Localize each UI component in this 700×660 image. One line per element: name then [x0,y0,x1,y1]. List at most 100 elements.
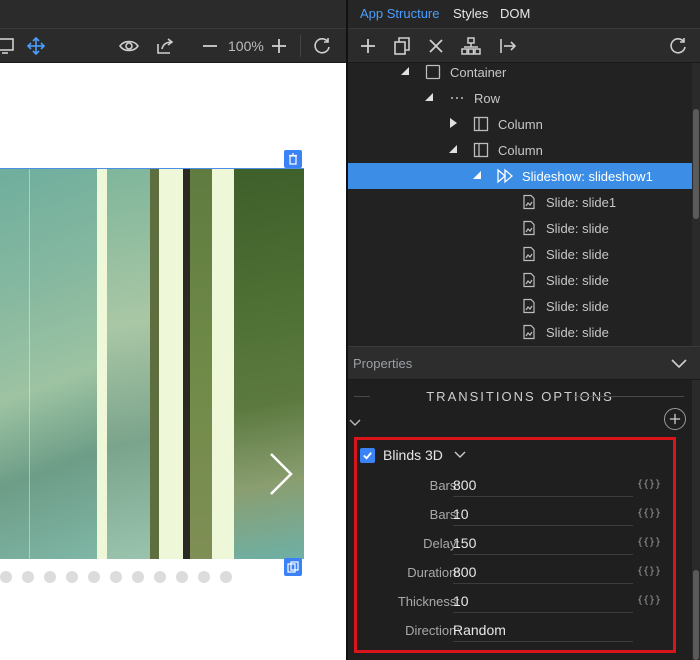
dynamic-binding-icon[interactable]: {{}} [637,595,661,606]
property-row: Duration: 800{{}} [360,560,670,589]
tree-node[interactable]: Slide: slide [348,319,692,345]
zoom-out-icon[interactable] [199,35,221,57]
properties-header[interactable]: Properties [348,346,700,380]
tree-node[interactable]: Container [348,63,692,85]
slideshow-preview[interactable] [0,168,304,559]
tree-node[interactable]: Column [348,137,692,163]
tree-node[interactable]: Column [348,111,692,137]
scrollbar-thumb[interactable] [693,570,699,660]
pagination-dot[interactable] [44,571,56,583]
dynamic-binding-icon[interactable]: {{}} [637,566,661,577]
tree-node-label: Slide: slide1 [546,194,617,210]
move-to-icon[interactable] [497,35,519,57]
chevron-down-icon[interactable] [453,448,467,462]
pagination-dot[interactable] [132,571,144,583]
transition-row: Blinds 3D [360,445,467,465]
pagination-dot[interactable] [88,571,100,583]
slide-icon [520,323,538,341]
property-value-input[interactable]: 10 [453,504,633,526]
column-icon [472,141,490,159]
transition-checkbox[interactable] [360,447,375,463]
tab-styles[interactable]: Styles [453,6,488,21]
collapsed-triangle-icon[interactable] [448,118,458,128]
pagination-dot[interactable] [176,571,188,583]
tree-node[interactable]: Slide: slide [348,215,692,241]
expanded-triangle-icon[interactable] [448,144,458,154]
property-value-input[interactable]: 800 [453,562,633,584]
pagination-dot[interactable] [220,571,232,583]
tree-node-label: Slide: slide [546,298,609,314]
tree-node-label: Slide: slide [546,220,609,236]
canvas-top-bar [0,0,346,29]
preview-eye-icon[interactable] [118,35,140,57]
add-icon[interactable] [357,35,379,57]
slide-image-panel [190,169,212,559]
properties-title: Properties [353,356,413,371]
expanded-triangle-icon[interactable] [472,170,482,180]
blind-gap [159,169,183,559]
pagination-dot[interactable] [66,571,78,583]
pagination-dot[interactable] [198,571,210,583]
chevron-down-icon[interactable] [348,416,362,430]
copy-icon[interactable] [391,35,413,57]
property-row: Bars: 800{{}} [360,473,670,502]
pagination-dot[interactable] [110,571,122,583]
dynamic-binding-icon[interactable]: {{}} [637,479,661,490]
design-canvas-area: 100% [0,0,346,660]
tree-node[interactable]: Slide: slide1 [348,189,692,215]
refresh-icon[interactable] [311,35,333,57]
blind-gap [97,169,107,559]
tree-node[interactable]: Slideshow: slideshow1 [348,163,692,189]
blind-side [183,169,190,559]
next-arrow-icon[interactable] [267,451,295,497]
property-row: Thickness: 10 {{}} [360,589,670,618]
dynamic-binding-icon[interactable]: {{}} [637,508,661,519]
tab-dom[interactable]: DOM [500,6,530,21]
scrollbar-thumb[interactable] [693,109,699,219]
slide-image-panel [0,169,97,559]
hierarchy-icon[interactable] [460,35,482,57]
slide-image-panel [107,169,150,559]
transition-label: Blinds 3D [383,447,443,463]
dynamic-binding-icon[interactable]: {{}} [637,537,661,548]
add-transition-button[interactable] [664,408,686,430]
divider [574,396,684,397]
property-row: Bars: 10{{}} [360,502,670,531]
tab-app-structure[interactable]: App Structure [360,6,440,21]
pagination-dot[interactable] [0,571,12,583]
property-value-input[interactable]: Random [453,620,633,642]
slide-icon [520,193,538,211]
properties-panel: TRANSITIONS OPTIONS Blinds 3D Bars: 800{{… [348,380,700,660]
property-value-input[interactable]: 150 [453,533,633,555]
pagination-dot[interactable] [154,571,166,583]
move-icon[interactable] [25,35,47,57]
properties-scrollbar[interactable] [692,380,700,660]
column-icon [472,115,490,133]
design-canvas[interactable] [0,63,346,660]
tree-node[interactable]: Slide: slide [348,241,692,267]
property-value-input[interactable]: 10 [453,591,633,613]
tree-node-label: Slideshow: slideshow1 [522,168,653,184]
refresh-icon[interactable] [667,35,689,57]
tree-node[interactable]: Slide: slide [348,267,692,293]
toolbar-divider [300,35,301,57]
zoom-level: 100% [228,38,264,54]
tree-scrollbar[interactable] [692,63,700,346]
property-value-input[interactable]: 800 [453,475,633,497]
pagination-dot[interactable] [22,571,34,583]
expanded-triangle-icon[interactable] [424,92,434,102]
slide-icon [520,297,538,315]
delete-icon[interactable] [284,150,302,168]
tree-node[interactable]: Slide: slide [348,293,692,319]
duplicate-icon[interactable] [284,558,302,576]
zoom-in-icon[interactable] [268,35,290,57]
tree-node[interactable]: Row [348,85,692,111]
canvas-toolbar [0,29,346,86]
right-panel: App Structure Styles DOM Container Row C… [348,0,700,660]
close-icon[interactable] [425,35,447,57]
expanded-triangle-icon[interactable] [400,66,410,76]
slide-icon [520,271,538,289]
desktop-icon[interactable] [0,35,16,57]
share-icon[interactable] [154,35,176,57]
chevron-down-icon[interactable] [670,354,688,372]
